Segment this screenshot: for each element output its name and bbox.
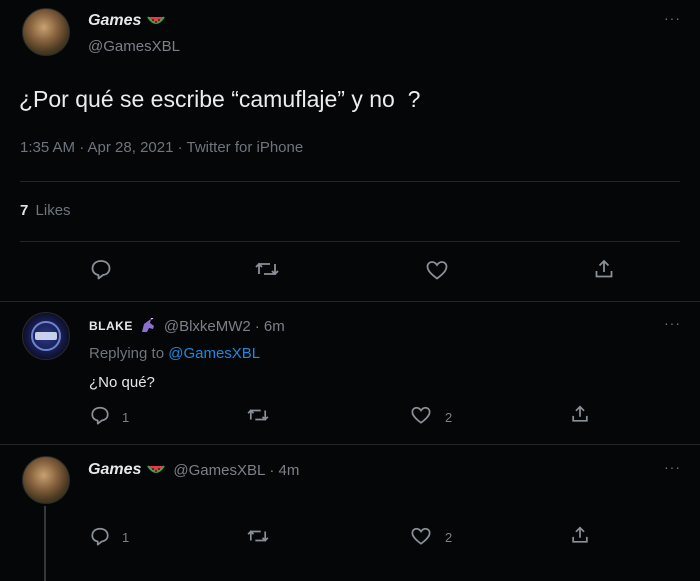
reply-icon[interactable] bbox=[90, 526, 110, 546]
retweet-icon[interactable] bbox=[254, 259, 280, 279]
more-options-icon[interactable]: ··· bbox=[664, 459, 681, 475]
reply-text: ¿No qué? bbox=[89, 374, 155, 391]
thread-line bbox=[44, 506, 46, 581]
share-icon[interactable] bbox=[570, 404, 590, 424]
share-icon[interactable] bbox=[570, 525, 590, 545]
likes-count: 7 bbox=[20, 202, 29, 219]
reply2-author-row: Games @GamesXBL · 4m bbox=[88, 460, 299, 480]
main-author-row: Games bbox=[88, 11, 166, 31]
like-icon[interactable] bbox=[410, 526, 432, 546]
retweet-icon[interactable] bbox=[246, 527, 270, 545]
divider bbox=[20, 181, 680, 182]
likes-stat[interactable]: 7 Likes bbox=[20, 202, 71, 219]
more-options-icon[interactable]: ··· bbox=[664, 10, 681, 26]
author-handle[interactable]: @GamesXBL bbox=[173, 462, 265, 479]
reply1-author-row: BLAKE @BlxkeMW2 · 6m bbox=[89, 316, 285, 336]
retweet-icon[interactable] bbox=[246, 406, 270, 424]
avatar[interactable] bbox=[22, 8, 70, 56]
like-count: 2 bbox=[445, 530, 453, 545]
like-count: 2 bbox=[445, 410, 453, 425]
watermelon-icon bbox=[147, 464, 166, 476]
avatar[interactable] bbox=[22, 312, 70, 360]
reply-count: 1 bbox=[122, 530, 130, 545]
divider bbox=[0, 301, 700, 302]
divider bbox=[20, 241, 680, 242]
reply-icon[interactable] bbox=[90, 258, 112, 280]
replying-to-handle[interactable]: @GamesXBL bbox=[168, 345, 260, 362]
like-icon[interactable] bbox=[425, 259, 449, 281]
like-icon[interactable] bbox=[410, 405, 432, 425]
unicorn-icon bbox=[139, 318, 157, 334]
author-handle[interactable]: @GamesXBL bbox=[88, 38, 180, 55]
tweet-text: ¿Por qué se escribe “camuflaje” y no ? bbox=[19, 86, 421, 112]
divider bbox=[0, 444, 700, 445]
watermelon-icon bbox=[147, 15, 166, 27]
reply-time[interactable]: · 4m bbox=[269, 462, 299, 479]
author-name[interactable]: Games bbox=[88, 12, 141, 30]
share-icon[interactable] bbox=[593, 258, 615, 280]
likes-label: Likes bbox=[35, 202, 71, 219]
reply-count: 1 bbox=[122, 410, 130, 425]
more-options-icon[interactable]: ··· bbox=[664, 315, 681, 331]
author-name[interactable]: Games bbox=[88, 461, 141, 479]
reply-time[interactable]: · 6m bbox=[255, 318, 285, 335]
author-name[interactable]: BLAKE bbox=[89, 319, 133, 333]
tweet-meta[interactable]: 1:35 AM · Apr 28, 2021 · Twitter for iPh… bbox=[20, 139, 303, 156]
author-handle[interactable]: @BlxkeMW2 bbox=[164, 318, 251, 335]
replying-to-label: Replying to bbox=[89, 345, 165, 362]
reply-icon[interactable] bbox=[90, 405, 110, 425]
replying-to-line: Replying to @GamesXBL bbox=[89, 345, 260, 362]
twitter-thread-screen: Games @GamesXBL ··· ¿Por qué se escribe … bbox=[0, 0, 700, 581]
avatar[interactable] bbox=[22, 456, 70, 504]
